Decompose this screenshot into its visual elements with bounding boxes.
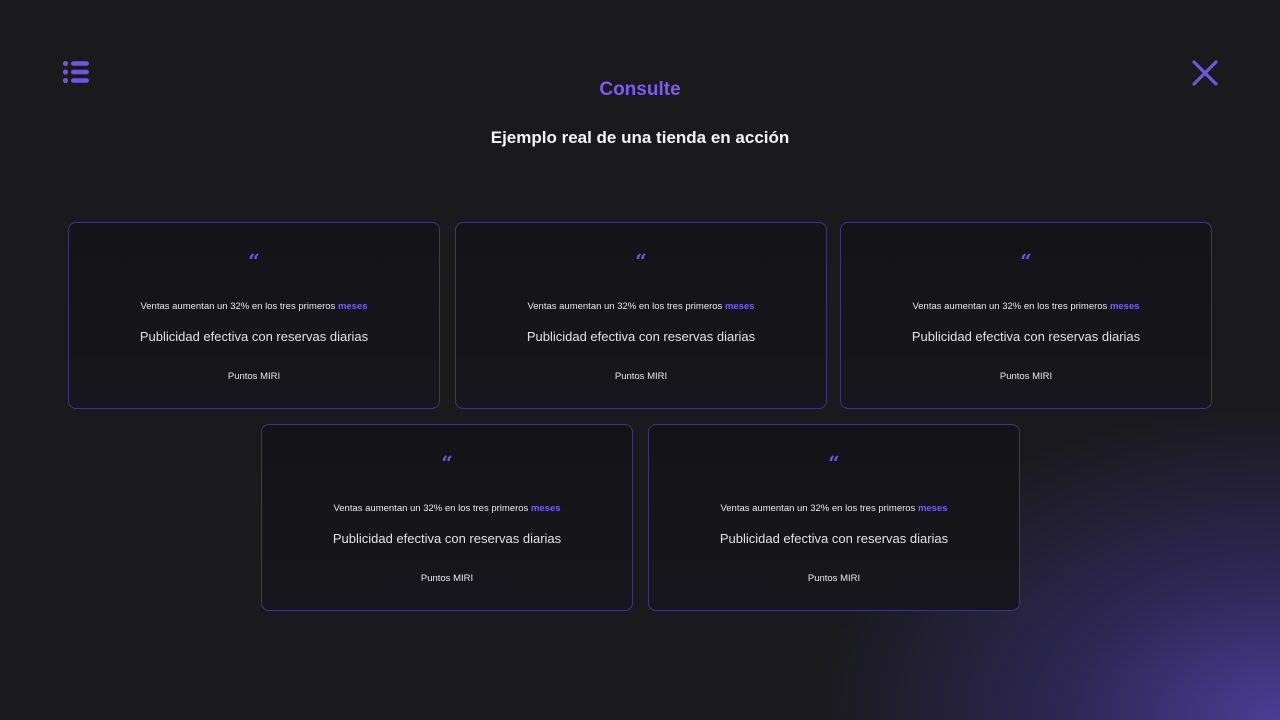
testimonial-stat: Ventas aumentan un 32% en los tres prime…: [912, 301, 1140, 312]
testimonial-card: “ Ventas aumentan un 32% en los tres pri…: [261, 424, 633, 611]
testimonial-card: “ Ventas aumentan un 32% en los tres pri…: [68, 222, 440, 409]
stat-highlight: meses: [724, 301, 755, 312]
testimonial-card: “ Ventas aumentan un 32% en los tres pri…: [455, 222, 827, 409]
stat-highlight: meses: [530, 503, 561, 514]
section-heading: Ejemplo real de una tienda en acción: [490, 128, 790, 147]
testimonial-card: “ Ventas aumentan un 32% en los tres pri…: [840, 222, 1212, 409]
testimonial-author: Puntos MIRI: [614, 371, 668, 382]
section-eyebrow: Consulte: [599, 79, 681, 100]
quote-icon: “: [828, 451, 840, 475]
stat-highlight: meses: [917, 503, 948, 514]
testimonial-title: Publicidad efectiva con reservas diarias: [526, 329, 756, 344]
testimonial-stat: Ventas aumentan un 32% en los tres prime…: [333, 503, 561, 514]
testimonial-author: Puntos MIRI: [807, 573, 861, 584]
stat-highlight: meses: [337, 301, 368, 312]
quote-icon: “: [1020, 249, 1032, 273]
testimonial-title: Publicidad efectiva con reservas diarias: [719, 531, 949, 546]
testimonial-author: Puntos MIRI: [420, 573, 474, 584]
testimonial-card: “ Ventas aumentan un 32% en los tres pri…: [648, 424, 1020, 611]
testimonial-stat: Ventas aumentan un 32% en los tres prime…: [527, 301, 755, 312]
testimonial-title: Publicidad efectiva con reservas diarias: [911, 329, 1141, 344]
testimonial-title: Publicidad efectiva con reservas diarias: [139, 329, 369, 344]
testimonial-author: Puntos MIRI: [999, 371, 1053, 382]
stat-highlight: meses: [1109, 301, 1140, 312]
quote-icon: “: [635, 249, 647, 273]
quote-icon: “: [441, 451, 453, 475]
testimonial-stat: Ventas aumentan un 32% en los tres prime…: [720, 503, 948, 514]
testimonial-title: Publicidad efectiva con reservas diarias: [332, 531, 562, 546]
quote-icon: “: [248, 249, 260, 273]
testimonial-author: Puntos MIRI: [227, 371, 281, 382]
testimonial-stat: Ventas aumentan un 32% en los tres prime…: [140, 301, 368, 312]
